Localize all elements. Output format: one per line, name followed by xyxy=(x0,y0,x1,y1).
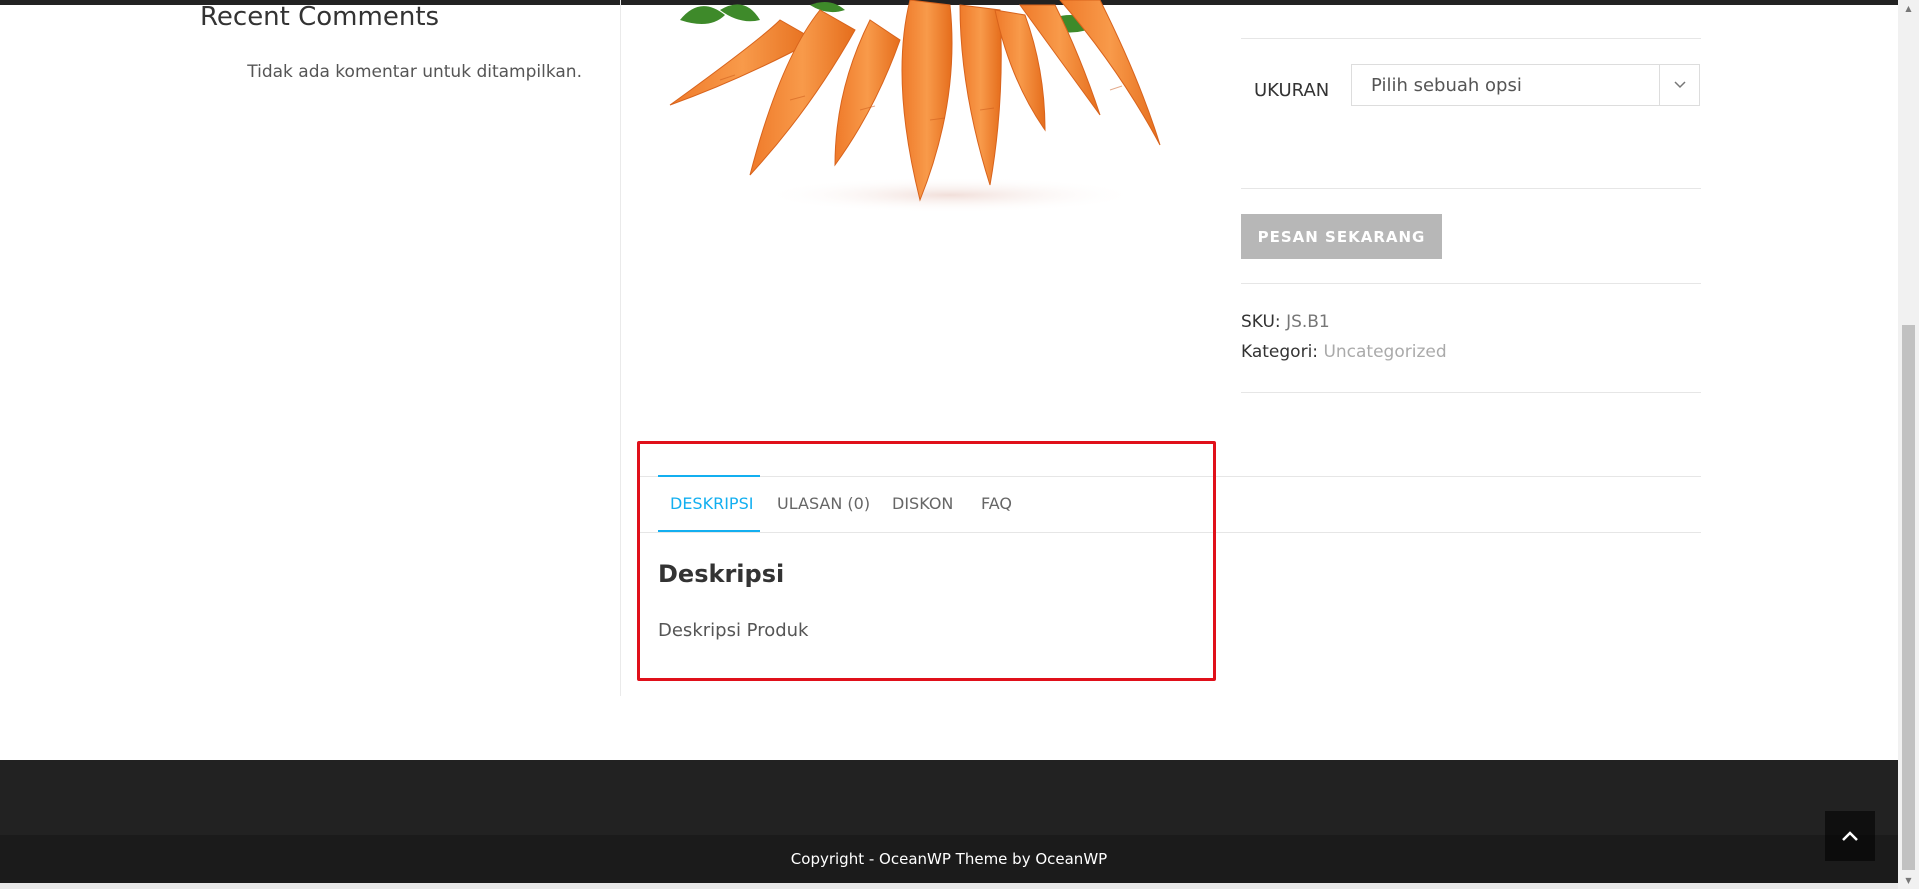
scroll-down-arrow-icon[interactable]: ▼ xyxy=(1898,872,1919,889)
tab-diskon[interactable]: DISKON xyxy=(892,494,953,513)
scroll-up-arrow-icon[interactable]: ▲ xyxy=(1898,0,1919,17)
carrots-product-image[interactable] xyxy=(660,0,1180,215)
tab-ulasan[interactable]: ULASAN (0) xyxy=(777,494,870,513)
tabs-top-border xyxy=(638,476,1701,477)
sku-value: JS.B1 xyxy=(1286,312,1330,332)
footer-bottom: Copyright - OceanWP Theme by OceanWP xyxy=(0,835,1898,883)
sku-meta: SKU: JS.B1 xyxy=(1241,312,1330,332)
size-select[interactable]: Pilih sebuah opsi xyxy=(1351,64,1700,106)
summary-divider xyxy=(1241,188,1701,189)
scroll-to-top-button[interactable] xyxy=(1825,811,1875,861)
tab-faq[interactable]: FAQ xyxy=(981,494,1012,513)
order-now-button[interactable]: PESAN SEKARANG xyxy=(1241,214,1442,259)
size-select-value: Pilih sebuah opsi xyxy=(1371,74,1522,96)
sidebar-divider xyxy=(620,0,621,696)
summary-divider xyxy=(1241,38,1701,39)
chevron-up-icon xyxy=(1842,831,1858,841)
no-comments-text: Tidak ada komentar untuk ditampilkan. xyxy=(247,62,582,82)
description-text: Deskripsi Produk xyxy=(658,620,809,641)
summary-divider xyxy=(1241,283,1701,284)
category-link[interactable]: Uncategorized xyxy=(1323,342,1446,362)
tab-deskripsi[interactable]: DESKRIPSI xyxy=(670,494,753,513)
chevron-down-icon[interactable] xyxy=(1659,65,1699,105)
category-meta: Kategori: Uncategorized xyxy=(1241,342,1447,362)
summary-divider xyxy=(1241,392,1701,393)
tabs-bottom-border xyxy=(638,532,1701,533)
page-bottom-strip xyxy=(0,883,1898,889)
variation-label: UKURAN xyxy=(1254,80,1330,101)
sku-label: SKU: xyxy=(1241,312,1281,332)
copyright-text: Copyright - OceanWP Theme by OceanWP xyxy=(790,850,1108,868)
active-tab-underline xyxy=(658,530,760,532)
scrollbar-thumb[interactable] xyxy=(1902,325,1915,870)
recent-comments-title: Recent Comments xyxy=(200,2,440,32)
description-heading: Deskripsi xyxy=(658,560,785,588)
footer-widgets xyxy=(0,760,1898,835)
category-label: Kategori: xyxy=(1241,342,1319,362)
active-tab-indicator xyxy=(658,475,760,477)
